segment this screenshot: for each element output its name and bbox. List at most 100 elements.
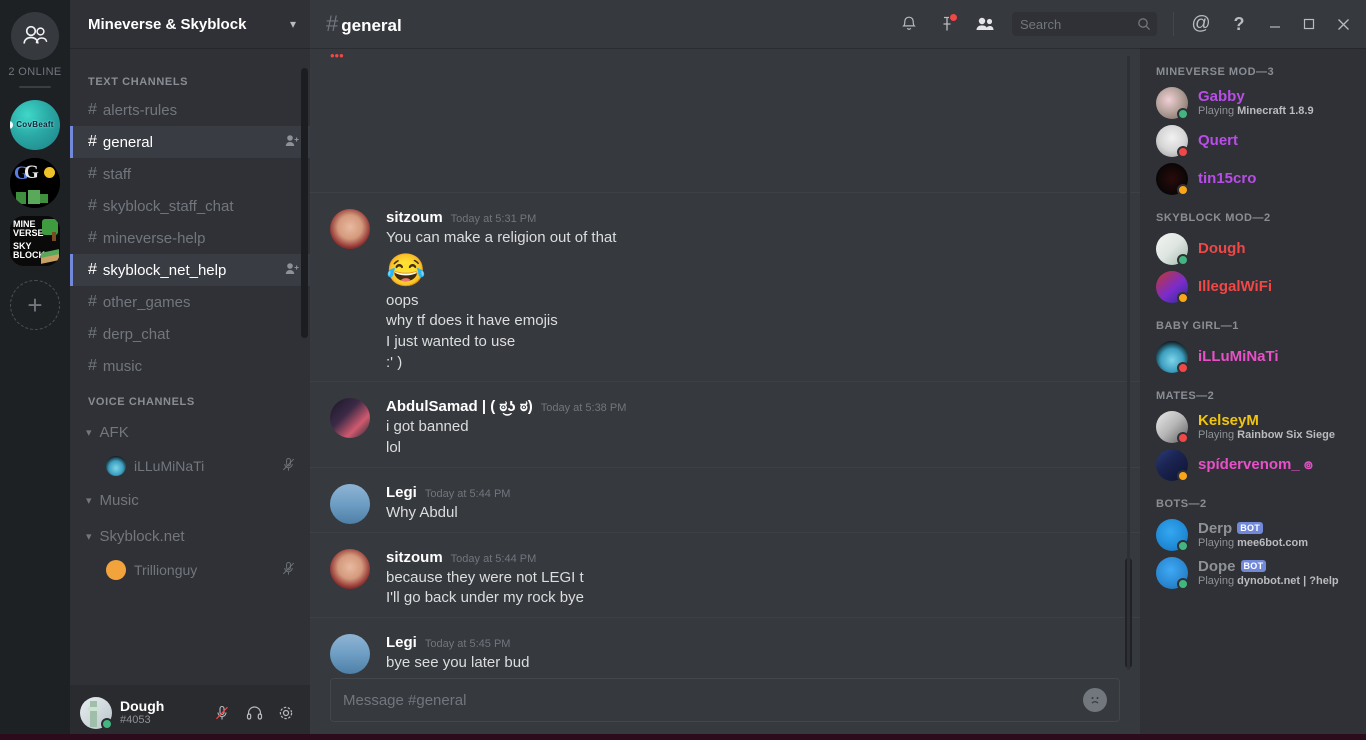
sidebar-voice-channel-Music[interactable]: ▾ Music <box>70 482 310 518</box>
user-identity: Dough #4053 <box>120 698 206 727</box>
channel-label: mineverse-help <box>102 229 206 247</box>
bell-icon[interactable] <box>892 7 926 41</box>
pin-icon[interactable] <box>930 7 964 41</box>
member-row[interactable]: Dough <box>1140 230 1366 268</box>
message-input[interactable]: Message #general <box>330 678 1120 722</box>
channel-label: alerts-rules <box>102 101 178 119</box>
status-indicator <box>1177 292 1189 304</box>
message-line: :' ) <box>386 353 403 371</box>
voice-user[interactable]: Trillionguy <box>70 554 310 586</box>
member-meta: Quert <box>1198 132 1238 149</box>
sidebar-channel-music[interactable]: # music <box>70 350 310 382</box>
member-activity: Playing Minecraft 1.8.9 <box>1198 105 1314 118</box>
add-member-icon[interactable] <box>285 134 300 150</box>
avatar <box>1156 411 1189 444</box>
guild-icon-g[interactable]: G G <box>10 158 60 208</box>
channel-label: skyblock_staff_chat <box>102 197 234 215</box>
message-author[interactable]: sitzoum <box>386 549 443 566</box>
emoji-icon[interactable] <box>1083 688 1107 712</box>
message-scrollbar-track <box>1127 56 1130 670</box>
member-meta: Gabby Playing Minecraft 1.8.9 <box>1198 88 1314 118</box>
message-author[interactable]: AbdulSamad | ( ಠ͜ʖ ಠ) <box>386 398 533 415</box>
channel-scrollbar[interactable] <box>301 68 308 338</box>
gear-icon[interactable] <box>270 697 302 729</box>
avatar[interactable] <box>330 398 370 439</box>
sidebar-voice-channel-AFK[interactable]: ▾ AFK <box>70 414 310 450</box>
avatar[interactable] <box>330 209 370 250</box>
member-meta: KelseyM Playing Rainbow Six Siege <box>1198 412 1335 442</box>
guild-icon-covbeaft[interactable]: CovBeaft <box>10 100 60 150</box>
member-row[interactable]: iLLuMiNaTi <box>1140 338 1366 376</box>
message-body: Legi Today at 5:45 PM bye see you later bu… <box>386 634 1120 674</box>
add-server-button[interactable]: + <box>10 280 60 330</box>
channel-list[interactable]: TEXT CHANNELS # alerts-rules # general # staf… <box>70 48 310 685</box>
member-row[interactable]: Quert <box>1140 122 1366 160</box>
message-author[interactable]: sitzoum <box>386 209 443 226</box>
sidebar-channel-other_games[interactable]: # other_games <box>70 286 310 318</box>
maximize-icon[interactable] <box>1294 7 1324 41</box>
message-timestamp: Today at 5:45 PM <box>424 638 511 650</box>
search-input[interactable]: Search <box>1012 12 1157 36</box>
headphone-glyph <box>246 705 262 720</box>
sidebar-channel-skyblock_staff_chat[interactable]: # skyblock_staff_chat <box>70 190 310 222</box>
sidebar-channel-derp_chat[interactable]: # derp_chat <box>70 318 310 350</box>
sidebar-channel-alerts-rules[interactable]: # alerts-rules <box>70 94 310 126</box>
message-line: bye see you later bud <box>386 654 530 671</box>
member-row[interactable]: spídervenom_ ๏ <box>1140 446 1366 484</box>
members-icon[interactable] <box>968 7 1002 41</box>
mic-muted-icon <box>281 457 296 475</box>
member-name: IllegalWiFi <box>1198 278 1273 296</box>
member-row[interactable]: IllegalWiFi <box>1140 268 1366 306</box>
member-list[interactable]: MINEVERSE MOD—3 Gabby Playing Minecraft 1.… <box>1140 48 1366 740</box>
guild-header[interactable]: Mineverse & Skyblock ▾ <box>70 0 310 48</box>
message-author[interactable]: Legi <box>386 484 417 501</box>
voice-user[interactable]: iLLuMiNaTi <box>70 450 310 482</box>
bell-glyph <box>902 16 916 30</box>
guild-icon-mineverse-skyblock[interactable]: MINE VERSE SKY BLOCK <box>10 216 60 266</box>
member-name: KelseyM <box>1198 412 1259 430</box>
home-button[interactable] <box>11 12 59 60</box>
member-activity: Playing mee6bot.com <box>1198 537 1308 550</box>
sidebar-voice-channel-Skyblock.net[interactable]: ▾ Skyblock.net <box>70 518 310 554</box>
sidebar-channel-mineverse-help[interactable]: # mineverse-help <box>70 222 310 254</box>
question-icon[interactable]: ? <box>1222 7 1256 41</box>
member-row[interactable]: KelseyM Playing Rainbow Six Siege <box>1140 408 1366 446</box>
member-name: Dope <box>1198 558 1236 576</box>
message-line: why tf does it have emojis <box>386 312 558 330</box>
member-row[interactable]: tin15cro <box>1140 160 1366 198</box>
bot-badge: BOT <box>1240 560 1267 573</box>
avatar <box>1156 271 1189 304</box>
at-icon[interactable]: @ <box>1184 7 1218 41</box>
message-author[interactable]: Legi <box>386 634 417 651</box>
message-placeholder: Message #general <box>343 691 467 709</box>
sidebar-channel-skyblock_net_help[interactable]: # skyblock_net_help <box>70 254 310 286</box>
add-member-icon[interactable] <box>285 262 300 278</box>
hash-icon: # <box>88 357 97 374</box>
sidebar-channel-staff[interactable]: # staff <box>70 158 310 190</box>
headphones-icon[interactable] <box>238 697 270 729</box>
avatar[interactable] <box>330 634 370 674</box>
message-header: Legi Today at 5:45 PM <box>386 634 1120 651</box>
text-channels-header: TEXT CHANNELS <box>88 76 189 88</box>
member-group-header: MATES—2 <box>1156 390 1215 402</box>
avatar <box>106 456 126 476</box>
message-body: sitzoum Today at 5:31 PM You can make a re… <box>386 209 1120 373</box>
sidebar-channel-general[interactable]: # general <box>70 126 310 158</box>
avatar <box>1156 449 1189 482</box>
member-row[interactable]: Derp BOT Playing mee6bot.com <box>1140 516 1366 554</box>
avatar <box>1156 163 1189 196</box>
mic-muted-icon[interactable] <box>206 697 238 729</box>
status-indicator <box>1177 108 1189 120</box>
member-group-header: BABY GIRL—1 <box>1156 320 1239 332</box>
message-list[interactable]: ••• sitzoum Today at 5:31 PM You can make … <box>310 48 1140 678</box>
avatar[interactable] <box>330 483 370 524</box>
message-line: I'll go back under my rock bye <box>386 589 584 607</box>
member-row[interactable]: Dope BOT Playing dynobot.net | ?help <box>1140 554 1366 592</box>
avatar[interactable] <box>80 696 113 730</box>
top-bar-actions: Search @ ? <box>892 7 1358 41</box>
member-row[interactable]: Gabby Playing Minecraft 1.8.9 <box>1140 84 1366 122</box>
close-icon[interactable] <box>1328 7 1358 41</box>
minimize-icon[interactable] <box>1260 7 1290 41</box>
avatar[interactable] <box>330 548 370 589</box>
message-body: Legi Today at 5:44 PM Why Abdul <box>386 484 1120 524</box>
